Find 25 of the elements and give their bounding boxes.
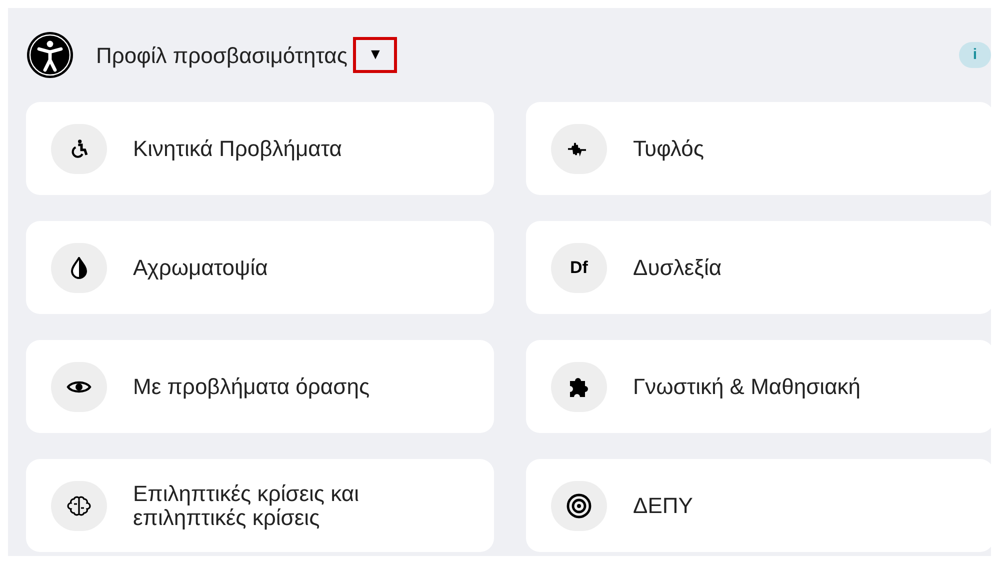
profile-label: Κινητικά Προβλήματα bbox=[133, 136, 343, 160]
profile-card[interactable]: Με προβλήματα όρασης bbox=[26, 340, 494, 433]
profile-label: Δυσλεξία bbox=[633, 256, 723, 280]
profile-card[interactable]: Df Δυσλεξία bbox=[526, 221, 994, 314]
profile-label: Αχρωματοψία bbox=[133, 256, 269, 280]
brain-icon bbox=[67, 494, 91, 518]
wheelchair-icon bbox=[69, 138, 89, 158]
profile-card[interactable]: Τυφλός bbox=[526, 102, 994, 195]
profile-label: Γνωστική & Μαθησιακή bbox=[633, 374, 862, 398]
profile-card[interactable]: Επιληπτικές κρίσεις και επιληπτικές κρίσεις bbox=[26, 459, 494, 552]
df-icon: Df bbox=[570, 254, 588, 280]
target-icon bbox=[566, 492, 592, 518]
profile-card[interactable]: ΔΕΠΥ bbox=[526, 459, 994, 552]
eye-icon bbox=[66, 378, 92, 394]
profile-card[interactable]: Αχρωματοψία bbox=[26, 221, 494, 314]
dropdown-button[interactable]: ▼ bbox=[353, 37, 398, 73]
profile-title: Προφίλ προσβασιμότητας bbox=[96, 42, 348, 70]
profile-card[interactable]: Γνωστική & Μαθησιακή bbox=[526, 340, 994, 433]
accessibility-icon bbox=[26, 31, 74, 79]
profile-label: Με προβλήματα όρασης bbox=[133, 374, 371, 398]
profile-label: Επιληπτικές κρίσεις και επιληπτικές κρίσεις bbox=[133, 482, 360, 530]
drop-icon bbox=[70, 256, 88, 278]
profile-card[interactable]: Κινητικά Προβλήματα bbox=[26, 102, 494, 195]
profile-label: Τυφλός bbox=[633, 136, 705, 160]
profile-label: ΔΕΠΥ bbox=[633, 494, 694, 518]
